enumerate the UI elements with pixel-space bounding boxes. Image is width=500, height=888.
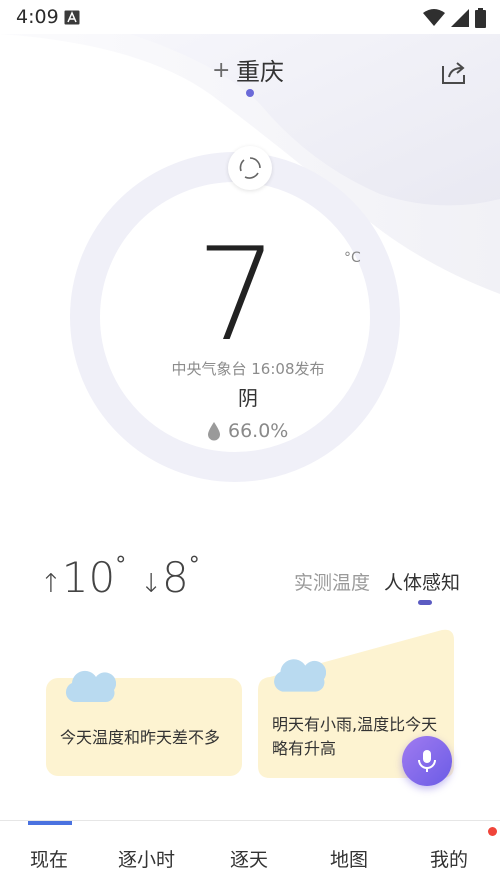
high-degree: ° [115,553,127,578]
cloud-icon [274,659,326,692]
nav-active-indicator [28,821,72,825]
share-icon[interactable] [440,60,468,86]
notification-badge [488,827,497,836]
status-icons [423,8,486,28]
tab-measured-temperature[interactable]: 实测温度 [294,568,370,595]
nav-daily[interactable]: 逐天 [230,845,268,872]
temperature-range: ↑ 10 ° ↓ 8 ° [40,553,214,602]
nav-now[interactable]: 现在 [30,845,68,872]
city-name[interactable]: 重庆 [236,58,284,86]
bottom-navigation: 现在 逐小时 逐天 地图 我的 [0,820,500,888]
refresh-button[interactable] [228,146,272,190]
add-city-button[interactable]: + [212,58,230,84]
high-value: 10 [61,553,116,602]
wifi-icon [423,9,445,26]
temperature-unit: °C [344,250,361,266]
current-temperature: 7 [196,221,277,370]
cloud-icon [65,670,116,702]
humidity-value: 66.0% [228,420,289,442]
header: + 重庆 [0,50,500,100]
humidity: 66.0% [206,420,288,442]
nav-map[interactable]: 地图 [330,845,368,872]
tab-feels-like[interactable]: 人体感知 [384,568,460,595]
high-temperature: ↑ 10 ° [40,553,127,602]
card-today-text: 今天温度和昨天差不多 [60,728,221,747]
water-drop-icon [208,422,220,441]
low-degree: ° [188,553,200,578]
low-temperature: ↓ 8 ° [140,553,200,602]
refresh-icon [239,157,261,179]
mode-tab-indicator [418,600,432,605]
publish-info: 中央气象台 16:08发布 [171,360,325,378]
weather-condition: 阴 [238,386,258,410]
battery-icon [475,8,486,28]
microphone-icon [418,750,436,772]
page-indicator-dot [246,89,254,97]
status-bar: 4:09 [0,0,500,34]
voice-button[interactable] [402,736,452,786]
a-notification-icon [64,10,80,25]
low-value: 8 [162,553,189,602]
signal-icon [451,9,469,27]
weather-app-screen: 4:09 + 重庆 7 °C 中央气象台 16:08发布 阴 66.0% ↑ 1… [0,0,500,888]
card-tomorrow-line-1: 明天有小雨,温度比今天 [272,715,438,734]
temperature-mode-tabs: 实测温度 人体感知 [294,568,460,595]
nav-hourly[interactable]: 逐小时 [118,845,175,872]
down-arrow-icon: ↓ [140,569,163,599]
nav-me[interactable]: 我的 [430,845,468,872]
up-arrow-icon: ↑ [40,569,62,599]
status-time: 4:09 [16,6,59,28]
